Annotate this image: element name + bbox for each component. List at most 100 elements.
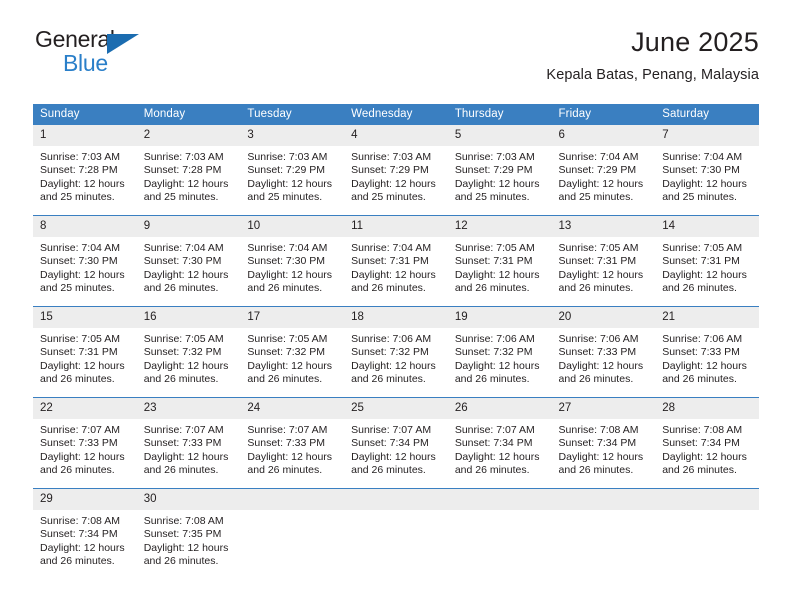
day-sunset-text: Sunset: 7:29 PM: [247, 164, 326, 177]
day-daylight-line-text: Daylight: 12 hours: [143, 450, 229, 463]
day-cell-inner: 21 Sunrise: 7:06 AM Sunset: 7:33 PM Dayligh…: [655, 307, 759, 397]
day-cell-inner: 30 Sunrise: 7:08 AM Sunset: 7:35 PM Dayligh…: [136, 489, 241, 579]
day-sunrise-text: Sunrise: 7:03 AM: [351, 151, 432, 163]
day-daylight-line-text: and 26 minutes.: [351, 373, 426, 386]
calendar-day-cell[interactable]: 23 Sunrise: 7:07 AM Sunset: 7:33 PM Dayligh…: [136, 397, 241, 489]
calendar-day-cell[interactable]: 13 Sunrise: 7:05 AM Sunset: 7:31 PM Dayligh…: [551, 215, 656, 307]
day-daylight-line-text: Daylight: 12 hours: [351, 268, 436, 281]
day-sun-info: Sunrise: 7:03 AM Sunset: 7:28 PM Daylight:…: [33, 146, 137, 205]
generalblue-logo[interactable]: General Blue: [33, 28, 165, 82]
calendar-day-cell[interactable]: 8 Sunrise: 7:04 AM Sunset: 7:30 PM Daylight…: [33, 215, 137, 307]
calendar-day-cell[interactable]: 29 Sunrise: 7:08 AM Sunset: 7:34 PM Dayligh…: [33, 488, 137, 579]
day-number: 12: [447, 216, 552, 237]
day-number: 14: [655, 216, 759, 237]
calendar-day-cell[interactable]: 10 Sunrise: 7:04 AM Sunset: 7:30 PM Dayligh…: [240, 215, 345, 307]
page-title: June 2025: [631, 27, 759, 57]
day-sunrise-text: Sunrise: 7:05 AM: [558, 242, 639, 254]
day-sun-info: Sunrise: 7:06 AM Sunset: 7:33 PM Daylight:…: [655, 328, 759, 387]
calendar-day-cell[interactable]: 11 Sunrise: 7:04 AM Sunset: 7:31 PM Dayligh…: [344, 215, 448, 307]
day-daylight-line-text: and 26 minutes.: [247, 464, 323, 477]
day-sunset-text: Sunset: 7:31 PM: [40, 346, 118, 359]
calendar-day-cell[interactable]: 19 Sunrise: 7:06 AM Sunset: 7:32 PM Dayligh…: [447, 306, 552, 398]
day-sunset-text: Sunset: 7:28 PM: [143, 164, 222, 177]
calendar-day-cell[interactable]: 14 Sunrise: 7:05 AM Sunset: 7:31 PM Dayligh…: [655, 215, 759, 307]
day-sunset-text: Sunset: 7:31 PM: [558, 255, 637, 268]
day-cell-inner: [344, 489, 448, 579]
day-sun-info: Sunrise: 7:07 AM Sunset: 7:34 PM Daylight:…: [344, 419, 448, 478]
day-cell-inner: 13 Sunrise: 7:05 AM Sunset: 7:31 PM Dayligh…: [551, 216, 656, 306]
day-cell-inner: 19 Sunrise: 7:06 AM Sunset: 7:32 PM Dayligh…: [447, 307, 552, 397]
day-sun-info: [552, 510, 656, 515]
day-number: 3: [240, 125, 345, 146]
weekday-header-thursday: Thursday: [447, 104, 552, 125]
calendar-day-cell[interactable]: 25 Sunrise: 7:07 AM Sunset: 7:34 PM Dayligh…: [344, 397, 448, 489]
calendar-day-cell[interactable]: 18 Sunrise: 7:06 AM Sunset: 7:32 PM Dayligh…: [344, 306, 448, 398]
day-sun-info: [655, 510, 759, 515]
day-sunrise-text: Sunrise: 7:05 AM: [247, 333, 328, 345]
day-number: 22: [33, 398, 137, 419]
day-cell-inner: 15 Sunrise: 7:05 AM Sunset: 7:31 PM Dayligh…: [33, 307, 137, 397]
day-daylight-line-text: and 25 minutes.: [40, 191, 115, 204]
day-sunset-text: Sunset: 7:32 PM: [454, 346, 533, 359]
day-sunset-text: Sunset: 7:31 PM: [351, 255, 429, 268]
calendar-day-cell[interactable]: 20 Sunrise: 7:06 AM Sunset: 7:33 PM Dayligh…: [551, 306, 656, 398]
calendar-day-cell[interactable]: 26 Sunrise: 7:07 AM Sunset: 7:34 PM Dayligh…: [447, 397, 552, 489]
calendar-body: 1 Sunrise: 7:03 AM Sunset: 7:28 PM Daylight…: [33, 125, 759, 579]
day-cell-inner: 16 Sunrise: 7:05 AM Sunset: 7:32 PM Dayligh…: [136, 307, 241, 397]
day-cell-inner: 11 Sunrise: 7:04 AM Sunset: 7:31 PM Dayligh…: [344, 216, 448, 306]
day-sunset-text: Sunset: 7:34 PM: [454, 437, 533, 450]
day-cell-inner: 4 Sunrise: 7:03 AM Sunset: 7:29 PM Daylight…: [344, 125, 448, 215]
day-daylight-line-text: and 26 minutes.: [40, 373, 115, 386]
calendar-day-cell[interactable]: 3 Sunrise: 7:03 AM Sunset: 7:29 PM Daylight…: [240, 125, 345, 216]
calendar-day-cell[interactable]: 1 Sunrise: 7:03 AM Sunset: 7:28 PM Daylight…: [33, 125, 137, 216]
calendar-day-cell[interactable]: 9 Sunrise: 7:04 AM Sunset: 7:30 PM Daylight…: [136, 215, 241, 307]
day-sun-info: Sunrise: 7:04 AM Sunset: 7:30 PM Daylight:…: [655, 146, 759, 205]
day-daylight-line-text: Daylight: 12 hours: [558, 359, 644, 372]
calendar-day-cell[interactable]: 15 Sunrise: 7:05 AM Sunset: 7:31 PM Dayligh…: [33, 306, 137, 398]
calendar-day-cell[interactable]: 4 Sunrise: 7:03 AM Sunset: 7:29 PM Daylight…: [344, 125, 448, 216]
day-sun-info: Sunrise: 7:05 AM Sunset: 7:31 PM Daylight:…: [552, 237, 656, 296]
day-number: 23: [136, 398, 241, 419]
day-sunset-text: Sunset: 7:30 PM: [40, 255, 118, 268]
calendar-week-row: 1 Sunrise: 7:03 AM Sunset: 7:28 PM Daylight…: [33, 125, 759, 216]
day-daylight-line-text: Daylight: 12 hours: [454, 450, 540, 463]
day-sun-info: Sunrise: 7:06 AM Sunset: 7:32 PM Daylight:…: [448, 328, 552, 387]
day-number: 17: [240, 307, 345, 328]
day-number: 25: [344, 398, 448, 419]
calendar-day-cell[interactable]: 28 Sunrise: 7:08 AM Sunset: 7:34 PM Dayligh…: [655, 397, 759, 489]
calendar-day-cell[interactable]: 5 Sunrise: 7:03 AM Sunset: 7:29 PM Daylight…: [447, 125, 552, 216]
day-number: 9: [136, 216, 241, 237]
day-daylight-line-text: and 26 minutes.: [143, 464, 219, 477]
calendar-day-cell[interactable]: 30 Sunrise: 7:08 AM Sunset: 7:35 PM Dayligh…: [136, 488, 241, 579]
calendar-day-cell[interactable]: 7 Sunrise: 7:04 AM Sunset: 7:30 PM Daylight…: [655, 125, 759, 216]
day-sunrise-text: Sunrise: 7:06 AM: [662, 333, 743, 345]
calendar-day-cell[interactable]: 2 Sunrise: 7:03 AM Sunset: 7:28 PM Daylight…: [136, 125, 241, 216]
day-sunrise-text: Sunrise: 7:05 AM: [662, 242, 743, 254]
day-sunrise-text: Sunrise: 7:05 AM: [143, 333, 224, 345]
day-daylight-line-text: and 25 minutes.: [662, 191, 737, 204]
day-cell-inner: [551, 489, 656, 579]
day-daylight-line-text: Daylight: 12 hours: [662, 450, 747, 463]
day-sunrise-text: Sunrise: 7:03 AM: [143, 151, 224, 163]
day-daylight-line-text: and 26 minutes.: [454, 282, 530, 295]
calendar-day-cell[interactable]: 16 Sunrise: 7:05 AM Sunset: 7:32 PM Dayligh…: [136, 306, 241, 398]
calendar-day-cell[interactable]: 27 Sunrise: 7:08 AM Sunset: 7:34 PM Dayligh…: [551, 397, 656, 489]
day-sun-info: Sunrise: 7:06 AM Sunset: 7:32 PM Daylight:…: [344, 328, 448, 387]
day-sunrise-text: Sunrise: 7:07 AM: [454, 424, 535, 436]
day-sunrise-text: Sunrise: 7:04 AM: [662, 151, 743, 163]
calendar-week-row: 15 Sunrise: 7:05 AM Sunset: 7:31 PM Dayligh…: [33, 306, 759, 398]
day-number: [447, 489, 552, 510]
day-sunrise-text: Sunrise: 7:06 AM: [558, 333, 639, 345]
calendar-day-cell[interactable]: 12 Sunrise: 7:05 AM Sunset: 7:31 PM Dayligh…: [447, 215, 552, 307]
weekday-header-tuesday: Tuesday: [240, 104, 345, 125]
day-daylight-line-text: and 26 minutes.: [662, 282, 737, 295]
calendar-day-cell[interactable]: 21 Sunrise: 7:06 AM Sunset: 7:33 PM Dayligh…: [655, 306, 759, 398]
calendar-day-cell[interactable]: 17 Sunrise: 7:05 AM Sunset: 7:32 PM Dayligh…: [240, 306, 345, 398]
day-daylight-line-text: and 26 minutes.: [558, 464, 634, 477]
day-cell-inner: 5 Sunrise: 7:03 AM Sunset: 7:29 PM Daylight…: [447, 125, 552, 215]
calendar-day-cell[interactable]: 22 Sunrise: 7:07 AM Sunset: 7:33 PM Dayligh…: [33, 397, 137, 489]
calendar-day-cell[interactable]: 6 Sunrise: 7:04 AM Sunset: 7:29 PM Daylight…: [551, 125, 656, 216]
day-sun-info: Sunrise: 7:08 AM Sunset: 7:34 PM Daylight:…: [655, 419, 759, 478]
calendar-day-cell[interactable]: 24 Sunrise: 7:07 AM Sunset: 7:33 PM Dayligh…: [240, 397, 345, 489]
day-sunset-text: Sunset: 7:30 PM: [247, 255, 326, 268]
